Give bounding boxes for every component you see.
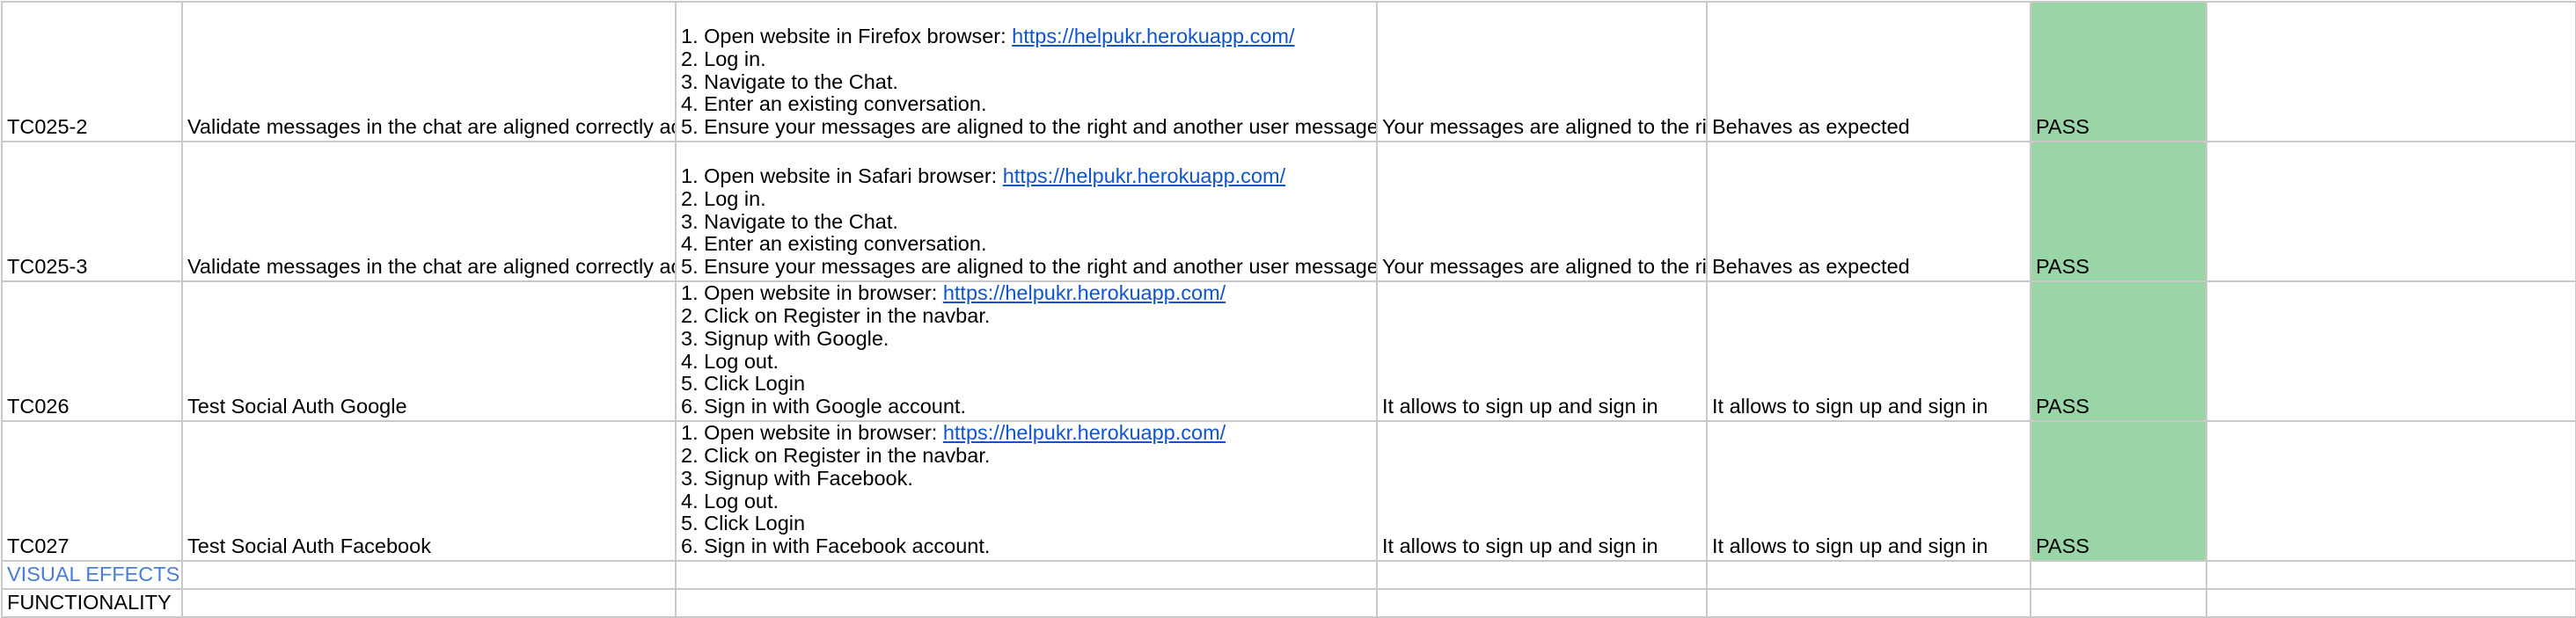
step-line: 4. Enter an existing conversation.: [681, 93, 1372, 116]
step-line: 5. Click Login: [681, 513, 1372, 535]
actual-result-cell[interactable]: It allows to sign up and sign in: [1706, 280, 2031, 422]
table-row: TC025-2 Validate messages in the chat ar…: [1, 1, 2576, 142]
step-text: 2. Click on Register in the navbar.: [681, 304, 991, 328]
actual-result-cell[interactable]: It allows to sign up and sign in: [1706, 420, 2031, 562]
step-line: 3. Navigate to the Chat.: [681, 209, 1372, 234]
step-line: 3. Navigate to the Chat.: [681, 69, 1372, 94]
step-text: 3. Signup with Google.: [681, 326, 889, 350]
empty-cell[interactable]: [181, 588, 677, 618]
test-case-sheet: TC025-2 Validate messages in the chat ar…: [1, 1, 2576, 618]
empty-cell[interactable]: [675, 560, 1378, 590]
actual-result-cell[interactable]: Behaves as expected: [1706, 141, 2031, 282]
test-id-cell[interactable]: TC025-2: [1, 1, 183, 142]
step-link[interactable]: https://helpukr.herokuapp.com/: [943, 423, 1226, 444]
steps-cell[interactable]: 1. Open website in Firefox browser: http…: [675, 1, 1378, 142]
step-line: 4. Enter an existing conversation.: [681, 233, 1372, 256]
steps-cell[interactable]: 1. Open website in Safari browser: https…: [675, 141, 1378, 282]
section-label[interactable]: FUNCTIONALITY: [1, 588, 183, 618]
step-line: 6. Sign in with Facebook account.: [681, 534, 1372, 558]
step-text: 2. Log in.: [681, 47, 766, 70]
expected-result-cell[interactable]: It allows to sign up and sign in: [1376, 280, 1708, 422]
step-text: 6. Sign in with Google account.: [681, 395, 966, 418]
notes-cell[interactable]: [2206, 1, 2576, 142]
empty-cell[interactable]: [1706, 588, 2031, 618]
step-text: 3. Navigate to the Chat.: [681, 69, 898, 93]
test-id-cell[interactable]: TC025-3: [1, 141, 183, 282]
step-text: 2. Click on Register in the navbar.: [681, 444, 991, 468]
step-text: 5. Click Login: [681, 512, 806, 535]
description-cell[interactable]: Validate messages in the chat are aligne…: [181, 1, 677, 142]
sheet-body: TC025-2 Validate messages in the chat ar…: [1, 1, 2576, 618]
description-cell[interactable]: Test Social Auth Facebook: [181, 420, 677, 562]
step-text: 4. Enter an existing conversation.: [681, 92, 987, 116]
steps-cell[interactable]: 1. Open website in browser: https://help…: [675, 420, 1378, 562]
step-text: 4. Log out.: [681, 489, 779, 513]
step-link[interactable]: https://helpukr.herokuapp.com/: [1012, 25, 1294, 47]
step-line: 2. Log in.: [681, 47, 1372, 71]
step-text: 6. Sign in with Facebook account.: [681, 534, 991, 558]
empty-cell[interactable]: [2030, 560, 2207, 590]
status-cell[interactable]: PASS: [2030, 280, 2207, 422]
table-row: TC026 Test Social Auth Google 1. Open we…: [1, 280, 2576, 422]
step-line: 5. Ensure your messages are aligned to t…: [681, 115, 1375, 139]
empty-cell[interactable]: [181, 560, 677, 590]
step-line: 4. Log out.: [681, 489, 1372, 513]
empty-cell[interactable]: [1376, 560, 1708, 590]
status-cell[interactable]: PASS: [2030, 1, 2207, 142]
step-text: 5. Ensure your messages are aligned to t…: [681, 115, 1375, 139]
expected-result-cell[interactable]: Your messages are aligned to the right a…: [1376, 1, 1708, 142]
step-line: 3. Signup with Google.: [681, 326, 1372, 351]
step-text: 1. Open website in Safari browser:: [681, 164, 1003, 188]
table-row: TC025-3 Validate messages in the chat ar…: [1, 141, 2576, 282]
step-text: 3. Navigate to the Chat.: [681, 209, 898, 233]
step-text: 1. Open website in Firefox browser:: [681, 25, 1013, 48]
step-line: 1. Open website in browser: https://help…: [681, 281, 1372, 305]
step-text: 1. Open website in browser:: [681, 281, 943, 305]
step-text: 2. Log in.: [681, 186, 766, 210]
description-cell[interactable]: Validate messages in the chat are aligne…: [181, 141, 677, 282]
empty-cell[interactable]: [2030, 588, 2207, 618]
step-line: 5. Click Login: [681, 373, 1372, 396]
actual-result-cell[interactable]: Behaves as expected: [1706, 1, 2031, 142]
step-text: 4. Enter an existing conversation.: [681, 232, 987, 256]
notes-cell[interactable]: [2206, 280, 2576, 422]
step-line: 5. Ensure your messages are aligned to t…: [681, 255, 1375, 279]
empty-cell[interactable]: [1376, 588, 1708, 618]
step-line: 4. Log out.: [681, 349, 1372, 374]
expected-result-cell[interactable]: It allows to sign up and sign in: [1376, 420, 1708, 562]
notes-cell[interactable]: [2206, 420, 2576, 562]
section-row-visual-effects: VISUAL EFFECTS: [1, 560, 2576, 590]
test-id-cell[interactable]: TC026: [1, 280, 183, 422]
steps-cell[interactable]: 1. Open website in browser: https://help…: [675, 280, 1378, 422]
step-text: 5. Click Login: [681, 372, 806, 396]
empty-cell[interactable]: [2206, 560, 2576, 590]
step-line: 3. Signup with Facebook.: [681, 466, 1372, 491]
step-line: 2. Click on Register in the navbar.: [681, 444, 1372, 468]
step-link[interactable]: https://helpukr.herokuapp.com/: [943, 283, 1226, 304]
status-cell[interactable]: PASS: [2030, 420, 2207, 562]
step-line: 1. Open website in Safari browser: https…: [681, 164, 1372, 188]
empty-cell[interactable]: [675, 588, 1378, 618]
step-text: 1. Open website in browser:: [681, 421, 943, 445]
status-cell[interactable]: PASS: [2030, 141, 2207, 282]
step-line: 2. Log in.: [681, 186, 1372, 211]
description-cell[interactable]: Test Social Auth Google: [181, 280, 677, 422]
table-row: TC027 Test Social Auth Facebook 1. Open …: [1, 420, 2576, 562]
step-link[interactable]: https://helpukr.herokuapp.com/: [1003, 164, 1285, 187]
step-line: 6. Sign in with Google account.: [681, 395, 1372, 418]
step-line: 1. Open website in browser: https://help…: [681, 421, 1372, 445]
step-text: 3. Signup with Facebook.: [681, 466, 913, 490]
section-label[interactable]: VISUAL EFFECTS: [1, 560, 183, 590]
empty-cell[interactable]: [2206, 588, 2576, 618]
step-line: 2. Click on Register in the navbar.: [681, 304, 1372, 328]
empty-cell[interactable]: [1706, 560, 2031, 590]
step-text: 5. Ensure your messages are aligned to t…: [681, 255, 1375, 279]
step-line: 1. Open website in Firefox browser: http…: [681, 25, 1372, 48]
step-text: 4. Log out.: [681, 349, 779, 373]
notes-cell[interactable]: [2206, 141, 2576, 282]
test-id-cell[interactable]: TC027: [1, 420, 183, 562]
expected-result-cell[interactable]: Your messages are aligned to the right a…: [1376, 141, 1708, 282]
section-row-functionality: FUNCTIONALITY: [1, 588, 2576, 618]
